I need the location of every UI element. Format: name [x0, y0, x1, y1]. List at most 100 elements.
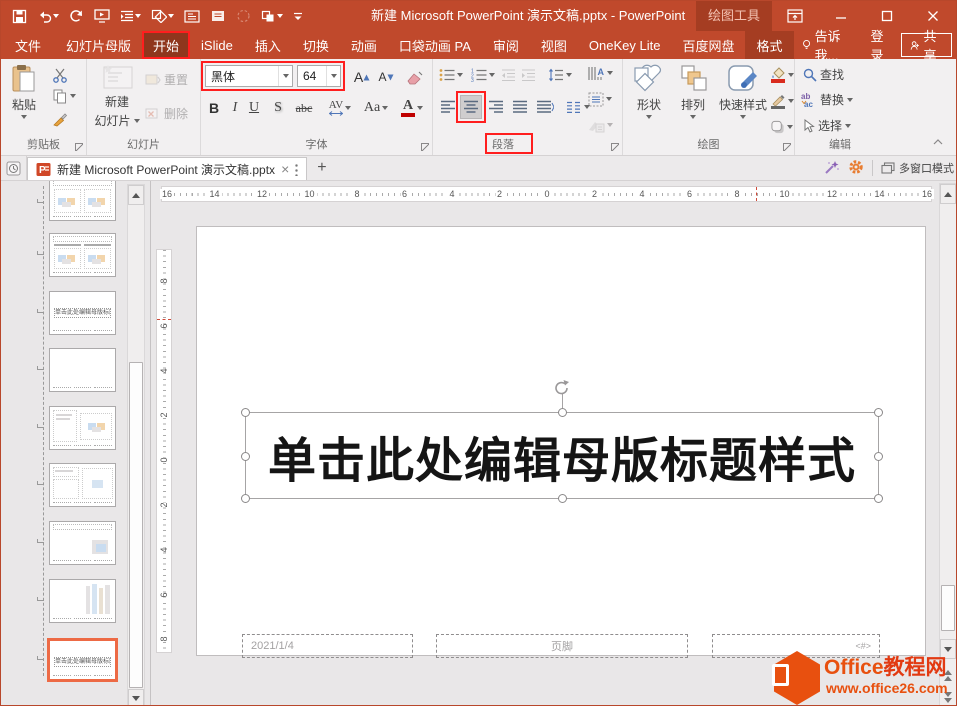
strikethrough-button[interactable]: abc [291, 97, 317, 119]
thumbnail-scroll-down-icon[interactable] [128, 689, 144, 706]
rotation-handle-icon[interactable] [553, 379, 571, 400]
select-button[interactable]: 选择 [803, 117, 851, 134]
slide-thumbnail-2[interactable] [49, 233, 116, 277]
slide-thumbnail-7[interactable] [49, 521, 116, 565]
clear-formatting-button[interactable] [403, 67, 427, 87]
font-size-combo[interactable]: 64 [297, 65, 341, 87]
tab-menu-icon[interactable] [295, 163, 298, 176]
clipboard-dialog-launcher[interactable] [75, 143, 83, 151]
shapes-button[interactable]: 形状 [627, 64, 671, 119]
text-direction-button[interactable]: A [581, 63, 619, 83]
ribbon-display-options-icon[interactable] [772, 1, 818, 31]
reset-button[interactable]: 重置 [145, 71, 188, 88]
document-tab-active[interactable]: P 新建 Microsoft PowerPoint 演示文稿.pptx × [27, 157, 307, 180]
title-placeholder-box[interactable]: 单击此处编辑母版标题样式 [245, 412, 879, 499]
character-spacing-button[interactable]: AV [323, 97, 357, 119]
paste-button[interactable]: 粘贴 [6, 64, 42, 119]
decrease-indent-button[interactable] [499, 65, 517, 85]
new-slide-button[interactable]: 新建 幻灯片 [93, 63, 141, 129]
tab-close-icon[interactable]: × [281, 161, 289, 177]
footer-placeholder[interactable]: 页脚 [436, 634, 688, 658]
format-painter-button[interactable] [48, 109, 72, 129]
columns-button[interactable] [561, 95, 595, 119]
tab-animations[interactable]: 动画 [340, 31, 388, 59]
redo-icon[interactable] [66, 7, 87, 25]
resize-handle-s[interactable] [558, 494, 567, 503]
shrink-font-button[interactable]: A [375, 67, 397, 87]
collapse-ribbon-button[interactable] [929, 135, 947, 149]
thumbnail-scrollbar[interactable] [127, 184, 145, 706]
font-color-button[interactable]: A [397, 97, 427, 119]
font-dialog-launcher[interactable] [421, 143, 429, 151]
copy-button[interactable] [48, 87, 80, 105]
tab-review[interactable]: 审阅 [482, 31, 530, 59]
slide-thumbnail-9[interactable]: 单击此处编辑母版标题样式 [47, 638, 118, 682]
tell-me-box[interactable]: 告诉我... [794, 31, 861, 59]
slide-thumbnail-3[interactable]: 单击此处编辑母版标题样式 [49, 291, 116, 335]
align-left-button[interactable] [437, 95, 459, 119]
tab-slide-master[interactable]: 幻灯片母版 [55, 31, 142, 59]
tab-format[interactable]: 格式 [745, 31, 793, 59]
quick-styles-button[interactable]: 快速样式 [715, 64, 771, 119]
gear-icon[interactable] [848, 159, 864, 178]
share-button[interactable]: 共享 [901, 33, 952, 57]
tab-file[interactable]: 文件 [1, 31, 55, 59]
text-box-icon[interactable] [181, 8, 203, 25]
numbering-button[interactable]: 123 [469, 65, 497, 85]
shape-outline-button[interactable] [771, 91, 793, 111]
font-name-combo[interactable]: 黑体 [205, 65, 293, 87]
replace-button[interactable]: abac 替换 [801, 91, 853, 108]
tab-home[interactable]: 开始 [142, 31, 190, 59]
save-icon[interactable] [9, 7, 30, 26]
new-document-tab-button[interactable]: + [307, 156, 336, 180]
tab-transitions[interactable]: 切换 [292, 31, 340, 59]
shape-combine-icon[interactable] [148, 7, 177, 25]
delete-button[interactable]: 删除 [145, 105, 188, 122]
cut-button[interactable] [48, 66, 72, 84]
start-slideshow-icon[interactable] [91, 7, 113, 25]
text-shadow-button[interactable]: S [269, 97, 287, 119]
resize-handle-sw[interactable] [241, 494, 250, 503]
resize-handle-n[interactable] [558, 408, 567, 417]
justify-button[interactable] [509, 95, 531, 119]
office-tab-menu-icon[interactable] [1, 156, 27, 180]
tab-view[interactable]: 视图 [530, 31, 578, 59]
slide-thumbnail-6[interactable] [49, 463, 116, 507]
sign-in-button[interactable]: 登录 [861, 31, 901, 59]
shape-fill-button[interactable] [771, 65, 793, 85]
main-scroll-up-icon[interactable] [940, 184, 956, 204]
date-placeholder[interactable]: 2021/1/4 [242, 634, 413, 658]
resize-handle-e[interactable] [874, 452, 883, 461]
slide-thumbnail-4[interactable] [49, 348, 116, 392]
slide-canvas[interactable]: 单击此处编辑母版标题样式 2021/1/4 页脚 <#> [196, 226, 926, 656]
multi-window-mode-button[interactable]: 多窗口模式 [881, 160, 954, 176]
wand-icon[interactable] [824, 159, 840, 178]
resize-handle-ne[interactable] [874, 408, 883, 417]
arrange-layers-icon[interactable] [258, 8, 286, 25]
drawing-dialog-launcher[interactable] [783, 143, 791, 151]
underline-button[interactable]: U [245, 97, 263, 119]
thumbnail-scrollbar-thumb[interactable] [129, 362, 143, 688]
align-center-button[interactable] [460, 95, 482, 119]
slide-thumbnail-8[interactable] [49, 579, 116, 623]
line-spacing-button[interactable] [545, 65, 575, 85]
distribute-text-button[interactable] [533, 95, 557, 119]
increase-indent-button[interactable] [519, 65, 537, 85]
tab-baidu-netdisk[interactable]: 百度网盘 [671, 31, 745, 59]
grow-font-button[interactable]: A [351, 67, 373, 87]
shape-effects-button[interactable] [771, 117, 793, 137]
new-slide-icon[interactable] [207, 7, 229, 25]
bold-button[interactable]: B [205, 97, 223, 119]
resize-handle-nw[interactable] [241, 408, 250, 417]
paragraph-dialog-launcher[interactable] [611, 143, 619, 151]
tab-onekey[interactable]: OneKey Lite [578, 31, 672, 59]
italic-button[interactable]: I [227, 97, 243, 119]
resize-handle-w[interactable] [241, 452, 250, 461]
thumbnail-scroll-up-icon[interactable] [128, 185, 144, 205]
find-button[interactable]: 查找 [803, 66, 844, 83]
customize-qat-icon[interactable] [290, 9, 306, 24]
main-scrollbar[interactable] [939, 183, 957, 706]
slide-thumbnail-1[interactable] [49, 181, 116, 221]
tab-insert[interactable]: 插入 [244, 31, 292, 59]
change-case-button[interactable]: Aa [361, 97, 391, 119]
